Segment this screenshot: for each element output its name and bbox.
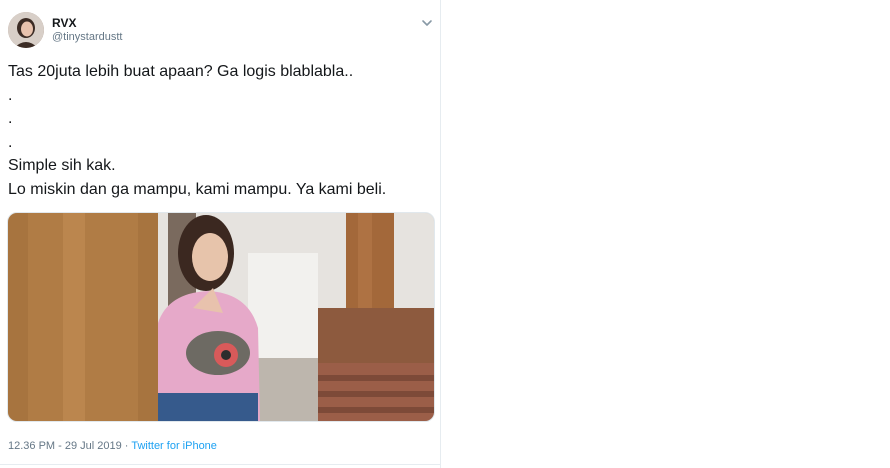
author-display-name[interactable]: RVX [52,16,122,30]
author-names: RVX @tinystardustt [52,16,122,44]
tweet-source-link[interactable]: Twitter for iPhone [131,440,217,452]
tweet-text: Tas 20juta lebih buat apaan? Ga logis bl… [8,63,387,198]
divider [0,464,440,465]
tweet-header: RVX @tinystardustt [8,12,122,48]
avatar[interactable] [8,12,44,48]
meta-separator: · [121,440,132,452]
author-handle[interactable]: @tinystardustt [52,30,122,44]
tweet-timestamp[interactable]: 12.36 PM - 29 Jul 2019 [8,440,122,452]
tweet-photo[interactable] [7,212,435,422]
tweet-card: RVX @tinystardustt Tas 20juta lebih buat… [0,0,441,468]
tweet-meta: 12.36 PM - 29 Jul 2019 · Twitter for iPh… [8,440,217,452]
chevron-down-icon[interactable] [420,16,434,30]
